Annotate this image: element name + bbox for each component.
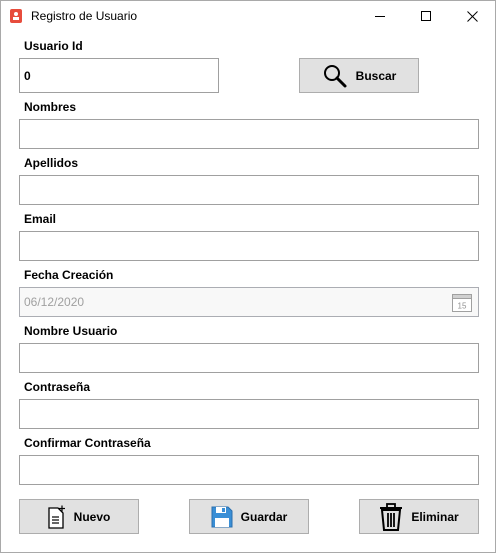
trash-icon [380, 502, 403, 531]
buscar-label: Buscar [355, 68, 397, 83]
eliminar-button[interactable]: Eliminar [359, 499, 479, 534]
calendar-icon[interactable]: 15 [452, 293, 472, 312]
eliminar-label: Eliminar [411, 509, 459, 524]
usuario-id-label: Usuario Id [24, 39, 83, 53]
search-icon [323, 64, 347, 87]
fecha-creacion-picker[interactable]: 06/12/2020 15 [19, 287, 479, 317]
contrasena-input[interactable] [19, 399, 479, 429]
close-button[interactable] [449, 1, 495, 31]
app-icon [10, 9, 22, 23]
confirmar-contrasena-input[interactable] [19, 455, 479, 485]
window-title: Registro de Usuario [31, 9, 138, 23]
registro-usuario-window: Registro de Usuario Usuario Id Buscar No… [0, 0, 496, 553]
nombre-usuario-input[interactable] [19, 343, 479, 373]
buscar-button[interactable]: Buscar [299, 58, 419, 93]
nuevo-button[interactable]: Nuevo [19, 499, 139, 534]
email-label: Email [24, 212, 57, 226]
guardar-label: Guardar [240, 509, 288, 524]
close-icon [466, 10, 478, 22]
guardar-button[interactable]: Guardar [189, 499, 309, 534]
nombres-input[interactable] [19, 119, 479, 149]
nuevo-label: Nuevo [73, 509, 111, 524]
usuario-id-input[interactable] [19, 58, 219, 93]
minimize-button[interactable] [357, 1, 403, 31]
fecha-creacion-value: 06/12/2020 [24, 295, 85, 309]
minimize-icon [374, 15, 385, 17]
confirmar-contrasena-label: Confirmar Contraseña [24, 436, 151, 450]
new-document-icon [48, 505, 65, 529]
title-bar: Registro de Usuario [1, 1, 495, 31]
apellidos-input[interactable] [19, 175, 479, 205]
fecha-creacion-label: Fecha Creación [24, 268, 114, 282]
maximize-icon [420, 10, 431, 21]
apellidos-label: Apellidos [24, 156, 79, 170]
maximize-button[interactable] [403, 1, 449, 31]
calendar-day: 15 [458, 302, 467, 311]
nombres-label: Nombres [24, 100, 77, 114]
save-icon [211, 506, 233, 527]
email-input[interactable] [19, 231, 479, 261]
contrasena-label: Contraseña [24, 380, 91, 394]
nombre-usuario-label: Nombre Usuario [24, 324, 118, 338]
